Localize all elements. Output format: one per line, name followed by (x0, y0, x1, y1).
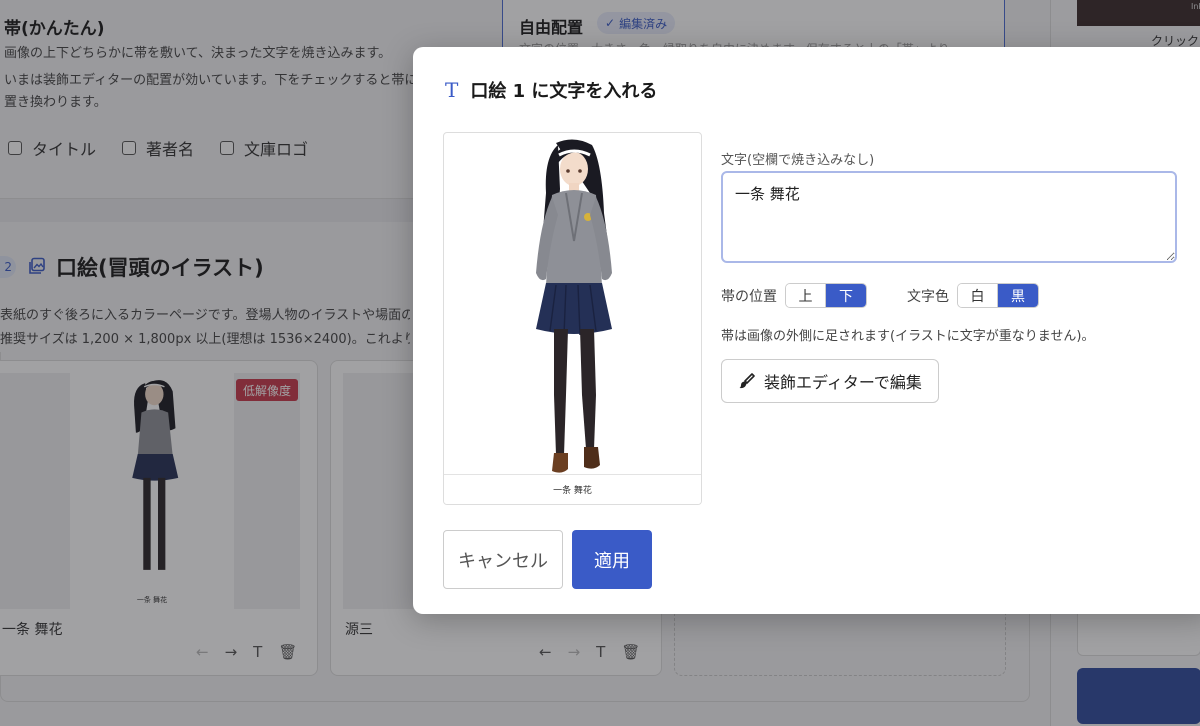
text-burn-modal: T 口絵 1 に文字を入れる 一条 舞花 文字(空欄で焼き込みなし) 一条 舞花… (413, 47, 1200, 614)
image-preview: 一条 舞花 (443, 132, 702, 505)
position-bottom-button[interactable]: 下 (826, 284, 866, 307)
modal-title: 口絵 1 に文字を入れる (470, 81, 658, 102)
deco-editor-button[interactable]: 装飾エディターで編集 (721, 359, 939, 403)
band-position-toggle: 上 下 (785, 283, 867, 308)
text-field-label: 文字(空欄で焼き込みなし) (721, 153, 875, 168)
band-options-row: 帯の位置 上 下 文字色 白 黒 (721, 283, 1039, 308)
deco-editor-button-label: 装飾エディターで編集 (764, 373, 922, 392)
apply-button[interactable]: 適用 (572, 530, 652, 589)
band-hint: 帯は画像の外側に足されます(イラストに文字が重なりません)。 (721, 329, 1095, 344)
text-t-icon: T (445, 78, 459, 102)
caption-text-input[interactable]: 一条 舞花 (721, 171, 1177, 263)
cancel-button[interactable]: キャンセル (443, 530, 563, 589)
color-white-button[interactable]: 白 (958, 284, 998, 307)
text-color-toggle: 白 黒 (957, 283, 1039, 308)
preview-caption-band: 一条 舞花 (444, 474, 701, 504)
character-illustration (536, 139, 612, 473)
modal-header: T 口絵 1 に文字を入れる (445, 77, 657, 103)
paintbrush-icon (739, 373, 755, 389)
position-top-button[interactable]: 上 (786, 284, 826, 307)
text-color-label: 文字色 (907, 288, 949, 305)
band-position-label: 帯の位置 (721, 288, 777, 305)
color-black-button[interactable]: 黒 (998, 284, 1038, 307)
